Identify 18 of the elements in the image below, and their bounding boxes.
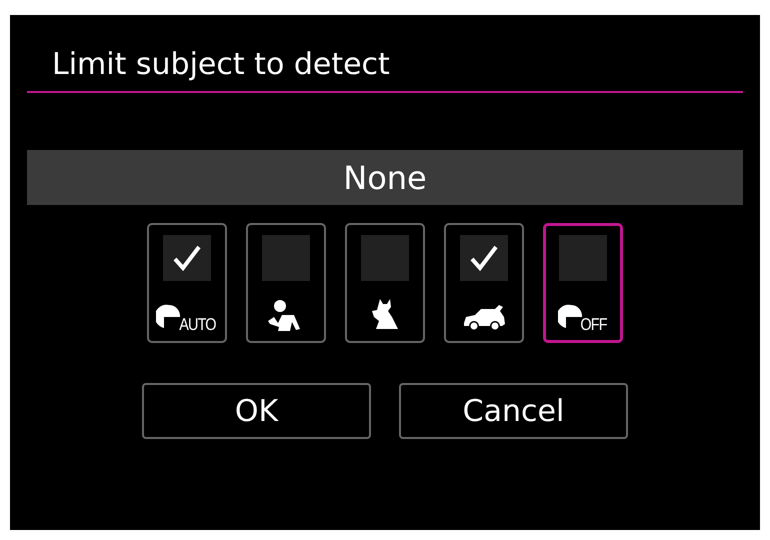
checkbox[interactable] xyxy=(559,235,607,281)
subject-option[interactable]: OFF xyxy=(543,223,623,343)
subject-option[interactable]: AUTO xyxy=(147,223,227,343)
checkbox[interactable] xyxy=(361,235,409,281)
cancel-button[interactable]: Cancel xyxy=(399,383,628,439)
subject-option[interactable] xyxy=(246,223,326,343)
subject-option[interactable] xyxy=(345,223,425,343)
current-setting: None xyxy=(27,150,743,205)
checkmark-icon xyxy=(470,245,498,271)
checkbox[interactable] xyxy=(163,235,211,281)
subject-option[interactable] xyxy=(444,223,524,343)
checkmark-icon xyxy=(173,245,201,271)
subject-label: AUTO xyxy=(178,316,216,333)
ok-button[interactable]: OK xyxy=(142,383,371,439)
checkbox[interactable] xyxy=(262,235,310,281)
checkbox[interactable] xyxy=(460,235,508,281)
subject-label: OFF xyxy=(580,316,606,333)
menu-title: Limit subject to detect xyxy=(27,45,743,93)
